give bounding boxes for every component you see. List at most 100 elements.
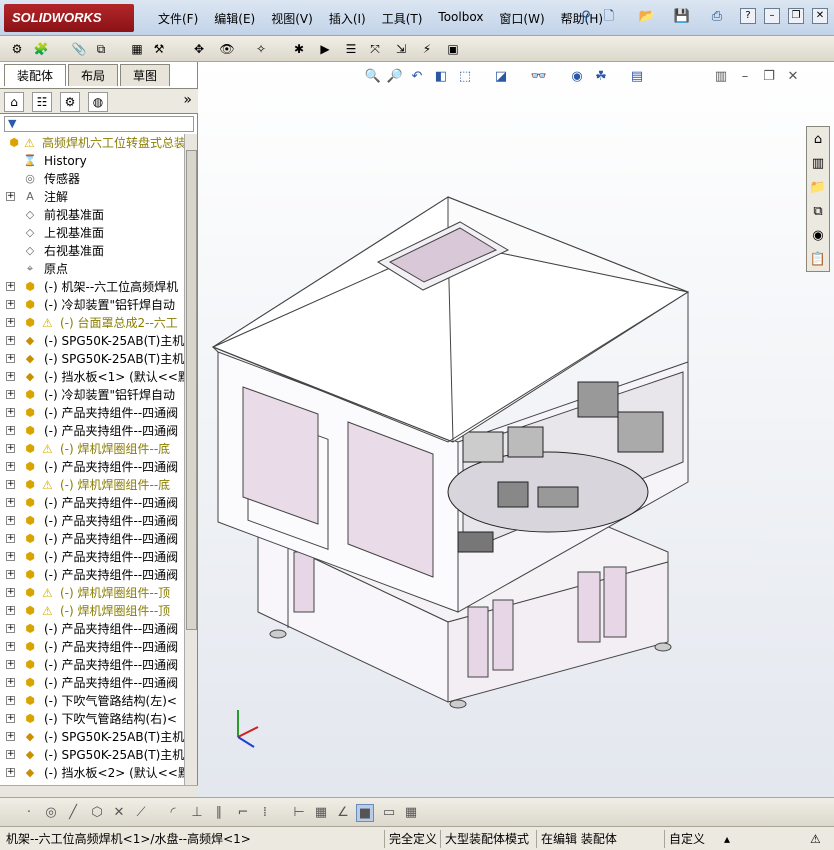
tree-item[interactable]: ◎ 传感器 [0, 170, 184, 188]
expand-icon[interactable]: + [6, 678, 15, 687]
expand-icon[interactable]: + [6, 624, 15, 633]
tree-item[interactable]: + ⬢ (-) 下吹气管路结构(右)< [0, 710, 184, 728]
insert-component-icon[interactable]: 🧩 [32, 40, 50, 58]
status-units[interactable]: 自定义 [664, 830, 709, 848]
intersection-icon[interactable]: ✕ [110, 804, 128, 822]
tree-item[interactable]: + ⬢ (-) 机架--六工位高频焊机 [0, 278, 184, 296]
tree-item[interactable]: + ⬢ ⚠ (-) 焊机焊圈组件--底 [0, 476, 184, 494]
expand-icon[interactable]: + [6, 660, 15, 669]
expand-icon[interactable]: + [6, 570, 15, 579]
tree-item[interactable]: ◇ 上视基准面 [0, 224, 184, 242]
rebuild-icon[interactable]: ⚙ [8, 40, 26, 58]
expand-icon[interactable]: + [6, 426, 15, 435]
tree-item[interactable]: + ⬢ ⚠ (-) 焊机焊圈组件--底 [0, 440, 184, 458]
tree-item[interactable]: ⌛ History [0, 152, 184, 170]
grid-icon[interactable]: ▦ [312, 804, 330, 822]
rebuild-status-icon[interactable]: ⚠ [806, 830, 825, 848]
tree-item[interactable]: + ⬢ (-) 下吹气管路结构(左)< [0, 692, 184, 710]
tree-item[interactable]: + ◆ (-) 挡水板<1> (默认<<默 [0, 368, 184, 386]
units-chevron-icon[interactable]: ▴ [720, 830, 734, 848]
tree-item[interactable]: + ⬢ (-) 产品夹持组件--四通阀 [0, 494, 184, 512]
tree-item[interactable]: + ⬢ (-) 产品夹持组件--四通阀 [0, 638, 184, 656]
smart-fastener-icon[interactable]: ⚒ [150, 40, 168, 58]
display-manager-icon[interactable]: ◍ [88, 92, 108, 112]
expand-icon[interactable]: + [6, 192, 15, 201]
menu-item[interactable]: Toolbox [430, 8, 491, 29]
expand-icon[interactable]: + [6, 408, 15, 417]
expand-icon[interactable]: + [6, 498, 15, 507]
new-document-icon[interactable]: 🗋 [600, 8, 618, 26]
tangent-icon[interactable]: ⟋ [132, 804, 150, 822]
tree-item[interactable]: + ⬢ ⚠ (-) 台面罩总成2--六工 [0, 314, 184, 332]
circle-icon[interactable]: ◎ [42, 804, 60, 822]
expand-icon[interactable]: + [6, 462, 15, 471]
show-hidden-icon[interactable]: 👁 [218, 40, 236, 58]
tree-item[interactable]: + ◆ (-) SPG50K-25AB(T)主机< [0, 728, 184, 746]
tab-0[interactable]: 装配体 [4, 64, 67, 86]
expand-icon[interactable]: + [6, 480, 15, 489]
tree-item[interactable]: + ⬢ (-) 冷却装置"铝钎焊自动 [0, 296, 184, 314]
menu-item[interactable]: 窗口(W) [491, 8, 552, 29]
graphics-area[interactable]: 🔍 🔎 ↶ ◧ ⬚ ◪ 👓 ◉ ☘ ▤ ▥ – ❐ ✕ ⌂ ▥ 📁 ⧉ ◉ 📋 [198, 62, 834, 797]
dimension-icon[interactable]: ⊢ [290, 804, 308, 822]
expand-icon[interactable]: + [6, 372, 15, 381]
tree-item[interactable]: + ⬢ ⚠ (-) 焊机焊圈组件--顶 [0, 584, 184, 602]
angle-icon[interactable]: ∠ [334, 804, 352, 822]
expand-icon[interactable]: + [6, 606, 15, 615]
interference-icon[interactable]: ⚡ [418, 40, 436, 58]
expand-icon[interactable]: + [6, 300, 15, 309]
close-button[interactable]: ✕ [812, 8, 828, 24]
design-library-icon[interactable]: ▥ [807, 153, 829, 175]
tree-item[interactable]: + ⬢ (-) 产品夹持组件--四通阀 [0, 458, 184, 476]
tree-item[interactable]: + ◆ (-) SPG50K-25AB(T)主机< [0, 332, 184, 350]
tree-item[interactable]: + ◆ (-) 挡水板<2> (默认<<默 [0, 764, 184, 782]
cube-icon[interactable]: ■ [356, 804, 374, 822]
tree-item[interactable]: + ⬢ (-) 产品夹持组件--四通阀 [0, 512, 184, 530]
propertymanager-icon[interactable]: ☷ [32, 92, 52, 112]
tree-item[interactable]: + ⬢ (-) 冷却装置"铝钎焊自动 [0, 386, 184, 404]
expand-icon[interactable]: + [6, 516, 15, 525]
tab-1[interactable]: 布局 [68, 64, 119, 86]
restore-button[interactable]: ❐ [788, 8, 804, 24]
tree-scrollbar[interactable] [184, 134, 197, 789]
move-component-icon[interactable]: ✥ [190, 40, 208, 58]
expand-chevron-icon[interactable]: » [183, 92, 192, 108]
pattern-icon[interactable]: ▦ [128, 40, 146, 58]
corner-icon[interactable]: ⌐ [234, 804, 252, 822]
tree-item[interactable]: ⌖ 原点 [0, 260, 184, 278]
expand-icon[interactable]: + [6, 282, 15, 291]
bill-of-materials-icon[interactable]: ☰ [342, 40, 360, 58]
tree-item[interactable]: + A 注解 [0, 188, 184, 206]
print-icon[interactable]: ⎙ [708, 8, 726, 26]
home-icon[interactable]: ⌂ [807, 129, 829, 151]
pin-icon[interactable]: ⚲ [577, 8, 595, 26]
point-icon[interactable]: · [20, 804, 38, 822]
reference-geometry-icon[interactable]: ✱ [290, 40, 308, 58]
instant3d-icon[interactable]: ▣ [444, 40, 462, 58]
assembly-features-icon[interactable]: ✧ [252, 40, 270, 58]
new-motion-study-icon[interactable]: ▶ [316, 40, 334, 58]
minimize-button[interactable]: – [764, 8, 780, 24]
tree-item[interactable]: + ⬢ (-) 产品夹持组件--四通阀 [0, 620, 184, 638]
tree-item[interactable]: + ⬢ (-) 产品夹持组件--四通阀 [0, 674, 184, 692]
tree-horizontal-scrollbar[interactable] [0, 785, 198, 797]
expand-icon[interactable]: + [6, 444, 15, 453]
line-icon[interactable]: ╱ [64, 804, 82, 822]
window-tile-icon[interactable]: ▭ [380, 804, 398, 822]
solidworks-logo[interactable]: SOLIDWORKS [4, 4, 134, 32]
tab-2[interactable]: 草图 [120, 64, 171, 86]
tree-item[interactable]: + ⬢ (-) 产品夹持组件--四通阀 [0, 566, 184, 584]
assembly-model-view[interactable] [198, 62, 834, 797]
snap-icon[interactable]: ⁞ [256, 804, 274, 822]
tree-item[interactable]: + ⬢ ⚠ (-) 焊机焊圈组件--顶 [0, 602, 184, 620]
expand-icon[interactable]: + [6, 768, 15, 777]
expand-icon[interactable]: + [6, 534, 15, 543]
menu-item[interactable]: 视图(V) [263, 8, 321, 29]
expand-icon[interactable]: + [6, 552, 15, 561]
expand-icon[interactable]: + [6, 642, 15, 651]
featuremanager-icon[interactable]: ⌂ [4, 92, 24, 112]
help-button[interactable]: ? [740, 8, 756, 24]
menu-item[interactable]: 文件(F) [150, 8, 206, 29]
tree-item[interactable]: + ⬢ (-) 产品夹持组件--四通阀 [0, 548, 184, 566]
window-grid-icon[interactable]: ▦ [402, 804, 420, 822]
